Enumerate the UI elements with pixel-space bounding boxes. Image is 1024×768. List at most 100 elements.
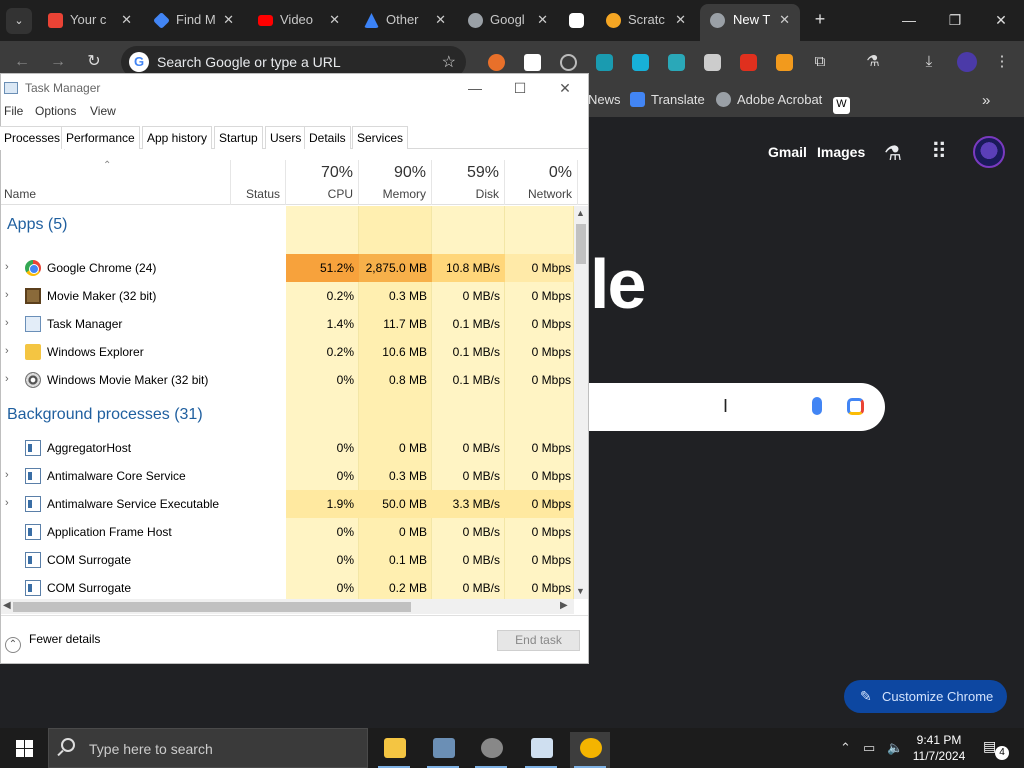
extension-glasses-icon[interactable]	[524, 54, 541, 71]
images-link[interactable]: Images	[817, 144, 865, 160]
close-icon[interactable]: ✕	[223, 6, 234, 34]
group-apps[interactable]: Apps (5)	[7, 216, 67, 234]
expand-chevron-icon[interactable]: ›	[5, 469, 9, 481]
table-row[interactable]: › Windows Movie Maker (32 bit) 0% 0.8 MB 0.1…	[1, 366, 574, 394]
table-row[interactable]: › Antimalware Core Service 0% 0.3 MB 0 MB/s 0…	[1, 462, 574, 490]
tab-users[interactable]: Users	[265, 126, 307, 149]
table-row[interactable]: › Movie Maker (32 bit) 0.2% 0.3 MB 0 MB/s 0 M…	[1, 282, 574, 310]
reload-button[interactable]: ↻	[83, 51, 105, 73]
close-icon[interactable]: ✕	[329, 6, 340, 34]
expand-chevron-icon[interactable]: ›	[5, 317, 9, 329]
tab-gmail[interactable]: Your c ✕	[48, 6, 132, 34]
column-status[interactable]: Status	[231, 160, 286, 205]
column-name[interactable]: ⌃ Name	[1, 160, 231, 205]
notification-center-button[interactable]: ▤ 4	[983, 738, 1009, 760]
task-manager-titlebar[interactable]: Task Manager — ☐ ✕	[1, 74, 588, 102]
microphone-icon[interactable]	[812, 397, 822, 415]
scroll-left-icon[interactable]: ◀	[3, 600, 11, 611]
taskbar-app-movie-maker[interactable]	[423, 732, 463, 768]
apps-grid-icon[interactable]: ⠿	[931, 139, 947, 165]
tab-pinned[interactable]	[568, 6, 588, 34]
taskbar-app-file-explorer[interactable]	[374, 732, 414, 768]
close-button[interactable]: ✕	[552, 78, 578, 98]
tab-google[interactable]: Googl ✕	[468, 6, 548, 34]
expand-chevron-icon[interactable]: ›	[5, 373, 9, 385]
column-memory[interactable]: 90% Memory	[359, 160, 432, 205]
minimize-button[interactable]: —	[462, 78, 488, 98]
close-icon[interactable]: ✕	[675, 6, 686, 34]
tab-new-tab[interactable]: New T ✕	[700, 4, 800, 41]
clock[interactable]: 9:41 PM 11/7/2024	[912, 732, 966, 764]
extension-a-icon[interactable]	[668, 54, 685, 71]
tab-performance[interactable]: Performance	[61, 126, 140, 149]
scroll-thumb[interactable]	[576, 224, 586, 264]
column-network[interactable]: 0% Network	[505, 160, 578, 205]
new-tab-button[interactable]: +	[809, 8, 831, 30]
labs-flask-icon[interactable]: ⚗	[863, 52, 883, 72]
bookmark-wikipedia[interactable]: W	[833, 92, 856, 114]
taskbar-search[interactable]: Type here to search	[48, 728, 368, 768]
scroll-down-icon[interactable]: ▼	[576, 586, 585, 596]
extension-pdf-icon[interactable]	[740, 54, 757, 71]
table-row[interactable]: COM Surrogate 0% 0.1 MB 0 MB/s 0 Mbps	[1, 546, 574, 574]
table-row[interactable]: COM Surrogate 0% 0.2 MB 0 MB/s 0 Mbps	[1, 574, 574, 599]
start-button[interactable]	[0, 728, 48, 768]
group-background-processes[interactable]: Background processes (31)	[7, 406, 203, 424]
profile-icon[interactable]	[957, 52, 977, 72]
fewer-details-button[interactable]: ⌃ Fewer details	[5, 632, 100, 653]
expand-chevron-icon[interactable]: ›	[5, 289, 9, 301]
tab-video[interactable]: Video ✕	[258, 6, 340, 34]
bookmark-acrobat[interactable]: Adobe Acrobat	[716, 92, 822, 107]
scroll-up-icon[interactable]: ▲	[576, 208, 585, 218]
table-row[interactable]: › Task Manager 1.4% 11.7 MB 0.1 MB/s 0 Mbps	[1, 310, 574, 338]
maximize-button[interactable]: ☐	[507, 78, 533, 98]
extension-f-icon[interactable]	[776, 54, 793, 71]
column-cpu[interactable]: 70% CPU	[286, 160, 359, 205]
taskbar-app-windows-movie-maker[interactable]	[471, 732, 511, 768]
tab-other[interactable]: Other ✕	[364, 6, 446, 34]
labs-flask-icon[interactable]: ⚗	[884, 141, 902, 166]
extension-record-icon[interactable]	[596, 54, 613, 71]
table-row[interactable]: › Windows Explorer 0.2% 10.6 MB 0.1 MB/s 0 Mb…	[1, 338, 574, 366]
extension-compass-icon[interactable]	[560, 54, 577, 71]
download-icon[interactable]: ⤓	[919, 52, 939, 72]
gmail-link[interactable]: Gmail	[768, 144, 807, 160]
table-row[interactable]: AggregatorHost 0% 0 MB 0 MB/s 0 Mbps	[1, 434, 574, 462]
extension-orange-icon[interactable]	[488, 54, 505, 71]
close-icon[interactable]: ✕	[537, 6, 548, 34]
restore-button[interactable]: ❐	[940, 8, 970, 32]
taskbar-app-chrome[interactable]	[570, 732, 610, 768]
menu-options[interactable]: Options	[35, 104, 76, 118]
tab-processes[interactable]: Processes	[0, 126, 66, 150]
close-icon[interactable]: ✕	[121, 6, 132, 34]
table-row[interactable]: Application Frame Host 0% 0 MB 0 MB/s 0 Mbps	[1, 518, 574, 546]
expand-chevron-icon[interactable]: ›	[5, 497, 9, 509]
close-icon[interactable]: ✕	[779, 4, 790, 36]
menu-kebab-icon[interactable]: ⋮	[992, 52, 1012, 72]
tab-details[interactable]: Details	[304, 126, 351, 149]
lens-icon[interactable]	[847, 398, 864, 415]
tab-find[interactable]: Find M ✕	[154, 6, 234, 34]
avatar[interactable]	[973, 136, 1005, 168]
forward-button[interactable]: →	[47, 51, 69, 73]
tab-app-history[interactable]: App history	[142, 126, 213, 149]
column-disk[interactable]: 59% Disk	[432, 160, 505, 205]
tab-services[interactable]: Services	[352, 126, 409, 149]
tab-scratch[interactable]: Scratc ✕	[606, 6, 686, 34]
bookmarks-overflow-icon[interactable]: »	[982, 92, 990, 109]
expand-chevron-icon[interactable]: ›	[5, 345, 9, 357]
show-hidden-icons-icon[interactable]: ⌃	[840, 740, 851, 756]
tab-search-button[interactable]: ⌄	[6, 8, 32, 34]
extensions-puzzle-icon[interactable]: ⧉	[810, 52, 830, 72]
close-window-button[interactable]: ✕	[986, 8, 1016, 32]
menu-view[interactable]: View	[90, 104, 116, 118]
horizontal-scrollbar[interactable]: ◀ ▶	[1, 599, 574, 614]
back-button[interactable]: ←	[11, 51, 33, 73]
scroll-thumb[interactable]	[13, 602, 411, 612]
extension-print-icon[interactable]	[704, 54, 721, 71]
extension-screen-icon[interactable]	[632, 54, 649, 71]
bookmark-star-icon[interactable]: ☆	[442, 52, 456, 72]
expand-chevron-icon[interactable]: ›	[5, 261, 9, 273]
taskbar-app-task-manager[interactable]	[521, 732, 561, 768]
table-row[interactable]: › Antimalware Service Executable 1.9% 50.0 …	[1, 490, 574, 518]
